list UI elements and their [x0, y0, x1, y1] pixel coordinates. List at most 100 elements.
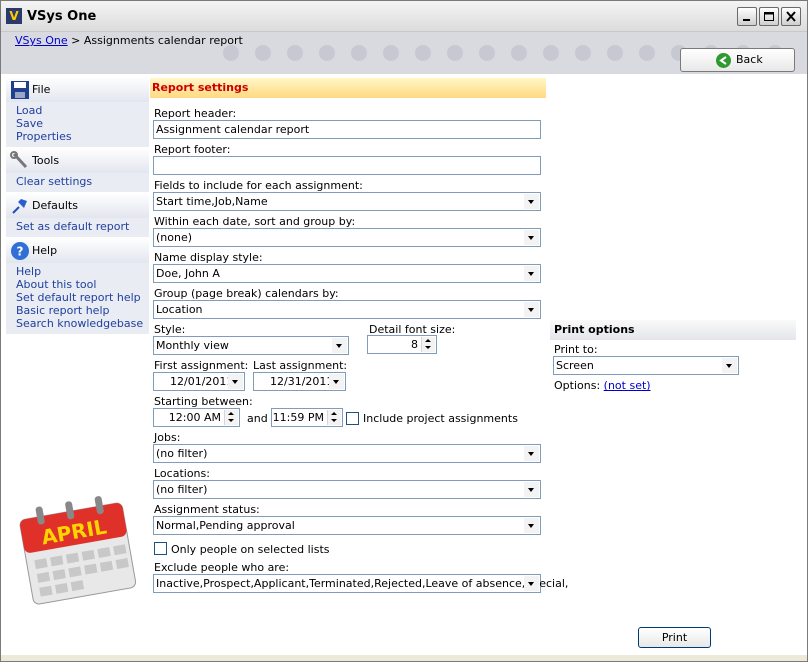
svg-text:?: ? — [17, 245, 24, 259]
fields-label: Fields to include for each assignment: — [154, 179, 363, 192]
last-assignment-date[interactable]: 12/31/2011 — [253, 372, 346, 391]
sidebar-section-title: Help — [32, 244, 58, 257]
dropdown-arrow-icon[interactable] — [524, 576, 539, 591]
back-button[interactable]: Back — [680, 48, 795, 72]
dropdown-arrow-icon[interactable] — [524, 302, 539, 317]
and-label: and — [247, 412, 268, 425]
start-time-from-spinner[interactable]: 12:00 AM — [153, 408, 240, 427]
sidebar: File Load Save Properties Tools Clear se… — [6, 76, 149, 334]
jobs-select[interactable]: (no filter) — [153, 444, 541, 463]
wrench-icon — [10, 151, 30, 171]
dropdown-arrow-icon[interactable] — [524, 518, 539, 533]
print-to-label: Print to: — [554, 343, 598, 356]
sidebar-item-help[interactable]: Help — [16, 265, 149, 278]
dropdown-arrow-icon[interactable] — [524, 266, 539, 281]
sidebar-item-set-default-report[interactable]: Set as default report — [16, 220, 149, 233]
sidebar-item-save[interactable]: Save — [16, 117, 149, 130]
start-time-to-value: 11:59 PM — [272, 411, 324, 424]
group-calendars-select[interactable]: Location — [153, 300, 541, 319]
detail-font-spinner[interactable]: 8 — [367, 335, 437, 354]
starting-between-label: Starting between: — [154, 395, 253, 408]
only-selected-lists-checkbox[interactable] — [154, 542, 167, 555]
fields-select[interactable]: Start time,Job,Name — [153, 192, 541, 211]
sidebar-section-defaults[interactable]: Defaults — [6, 192, 149, 218]
first-assignment-date[interactable]: 12/01/2011 — [153, 372, 245, 391]
dropdown-arrow-icon[interactable] — [524, 194, 539, 209]
include-project-checkbox[interactable] — [346, 412, 359, 425]
fields-value: Start time,Job,Name — [156, 195, 268, 208]
start-time-to-spinner[interactable]: 11:59 PM — [271, 408, 343, 427]
status-bar — [1, 655, 807, 661]
assignment-status-label: Assignment status: — [154, 503, 260, 516]
dropdown-arrow-icon[interactable] — [524, 446, 539, 461]
name-style-value: Doe, John A — [156, 267, 220, 280]
report-footer-input[interactable] — [153, 156, 541, 175]
minimize-button[interactable] — [737, 7, 757, 26]
report-footer-label: Report footer: — [154, 143, 231, 156]
exclude-people-label: Exclude people who are: — [154, 561, 290, 574]
assignment-status-value: Normal,Pending approval — [156, 519, 295, 532]
exclude-people-value: Inactive,Prospect,Applicant,Terminated,R… — [156, 577, 569, 590]
sidebar-section-title: Defaults — [32, 199, 78, 212]
sort-group-label: Within each date, sort and group by: — [154, 215, 356, 228]
sidebar-item-basic-help[interactable]: Basic report help — [16, 304, 149, 317]
locations-value: (no filter) — [156, 483, 208, 496]
maximize-icon — [764, 12, 774, 21]
print-to-value: Screen — [556, 359, 594, 372]
breadcrumb-root-link[interactable]: VSys One — [15, 34, 68, 47]
first-assignment-label: First assignment: — [154, 359, 249, 372]
only-selected-lists-label[interactable]: Only people on selected lists — [171, 543, 330, 556]
locations-select[interactable]: (no filter) — [153, 480, 541, 499]
print-to-select[interactable]: Screen — [553, 356, 739, 375]
last-assignment-label: Last assignment: — [253, 359, 348, 372]
include-project-label[interactable]: Include project assignments — [363, 412, 518, 425]
exclude-people-select[interactable]: Inactive,Prospect,Applicant,Terminated,R… — [153, 574, 568, 593]
locations-label: Locations: — [154, 467, 210, 480]
print-button[interactable]: Print — [638, 627, 711, 648]
breadcrumb: VSys One > Assignments calendar report — [15, 34, 243, 47]
spinner-arrows-icon[interactable] — [224, 410, 238, 425]
name-style-select[interactable]: Doe, John A — [153, 264, 541, 283]
dropdown-arrow-icon[interactable] — [524, 230, 539, 245]
spinner-arrows-icon[interactable] — [421, 337, 435, 352]
dropdown-arrow-icon[interactable] — [329, 374, 344, 389]
sidebar-item-load[interactable]: Load — [16, 104, 149, 117]
style-select[interactable]: Monthly view — [153, 336, 349, 355]
last-assignment-value: 12/31/2011 — [270, 375, 334, 388]
group-calendars-value: Location — [156, 303, 203, 316]
breadcrumb-current: Assignments calendar report — [83, 34, 243, 47]
sidebar-defaults-items: Set as default report — [6, 218, 149, 237]
sidebar-section-tools[interactable]: Tools — [6, 147, 149, 173]
sidebar-item-clear-settings[interactable]: Clear settings — [16, 175, 149, 188]
sidebar-section-file[interactable]: File — [6, 76, 149, 102]
sort-group-select[interactable]: (none) — [153, 228, 541, 247]
sidebar-section-title: File — [32, 83, 51, 96]
sidebar-item-search-kb[interactable]: Search knowledgebase — [16, 317, 149, 330]
breadcrumb-separator: > — [71, 34, 81, 47]
sidebar-file-items: Load Save Properties — [6, 102, 149, 147]
report-header-input[interactable]: Assignment calendar report — [153, 120, 541, 139]
assignment-status-select[interactable]: Normal,Pending approval — [153, 516, 541, 535]
window-title: VSys One — [27, 9, 97, 24]
detail-font-value: 8 — [411, 338, 418, 351]
style-label: Style: — [154, 323, 186, 336]
dropdown-arrow-icon[interactable] — [332, 338, 347, 353]
spinner-arrows-icon[interactable] — [327, 410, 341, 425]
close-button[interactable] — [781, 7, 801, 26]
sidebar-item-properties[interactable]: Properties — [16, 130, 149, 143]
dropdown-arrow-icon[interactable] — [722, 358, 737, 373]
dropdown-arrow-icon[interactable] — [228, 374, 243, 389]
sidebar-section-help[interactable]: ? Help — [6, 237, 149, 263]
maximize-button[interactable] — [759, 7, 779, 26]
options-not-set-link[interactable]: (not set) — [604, 379, 651, 392]
start-time-from-value: 12:00 AM — [168, 411, 221, 424]
sidebar-item-about[interactable]: About this tool — [16, 278, 149, 291]
style-value: Monthly view — [156, 339, 229, 352]
group-calendars-label: Group (page break) calendars by: — [154, 287, 339, 300]
print-options-title: Print options — [550, 320, 796, 340]
dropdown-arrow-icon[interactable] — [524, 482, 539, 497]
jobs-label: Jobs: — [154, 431, 181, 444]
sidebar-item-set-default-help[interactable]: Set default report help — [16, 291, 149, 304]
title-bar[interactable]: V VSys One — [1, 1, 807, 32]
jobs-value: (no filter) — [156, 447, 208, 460]
